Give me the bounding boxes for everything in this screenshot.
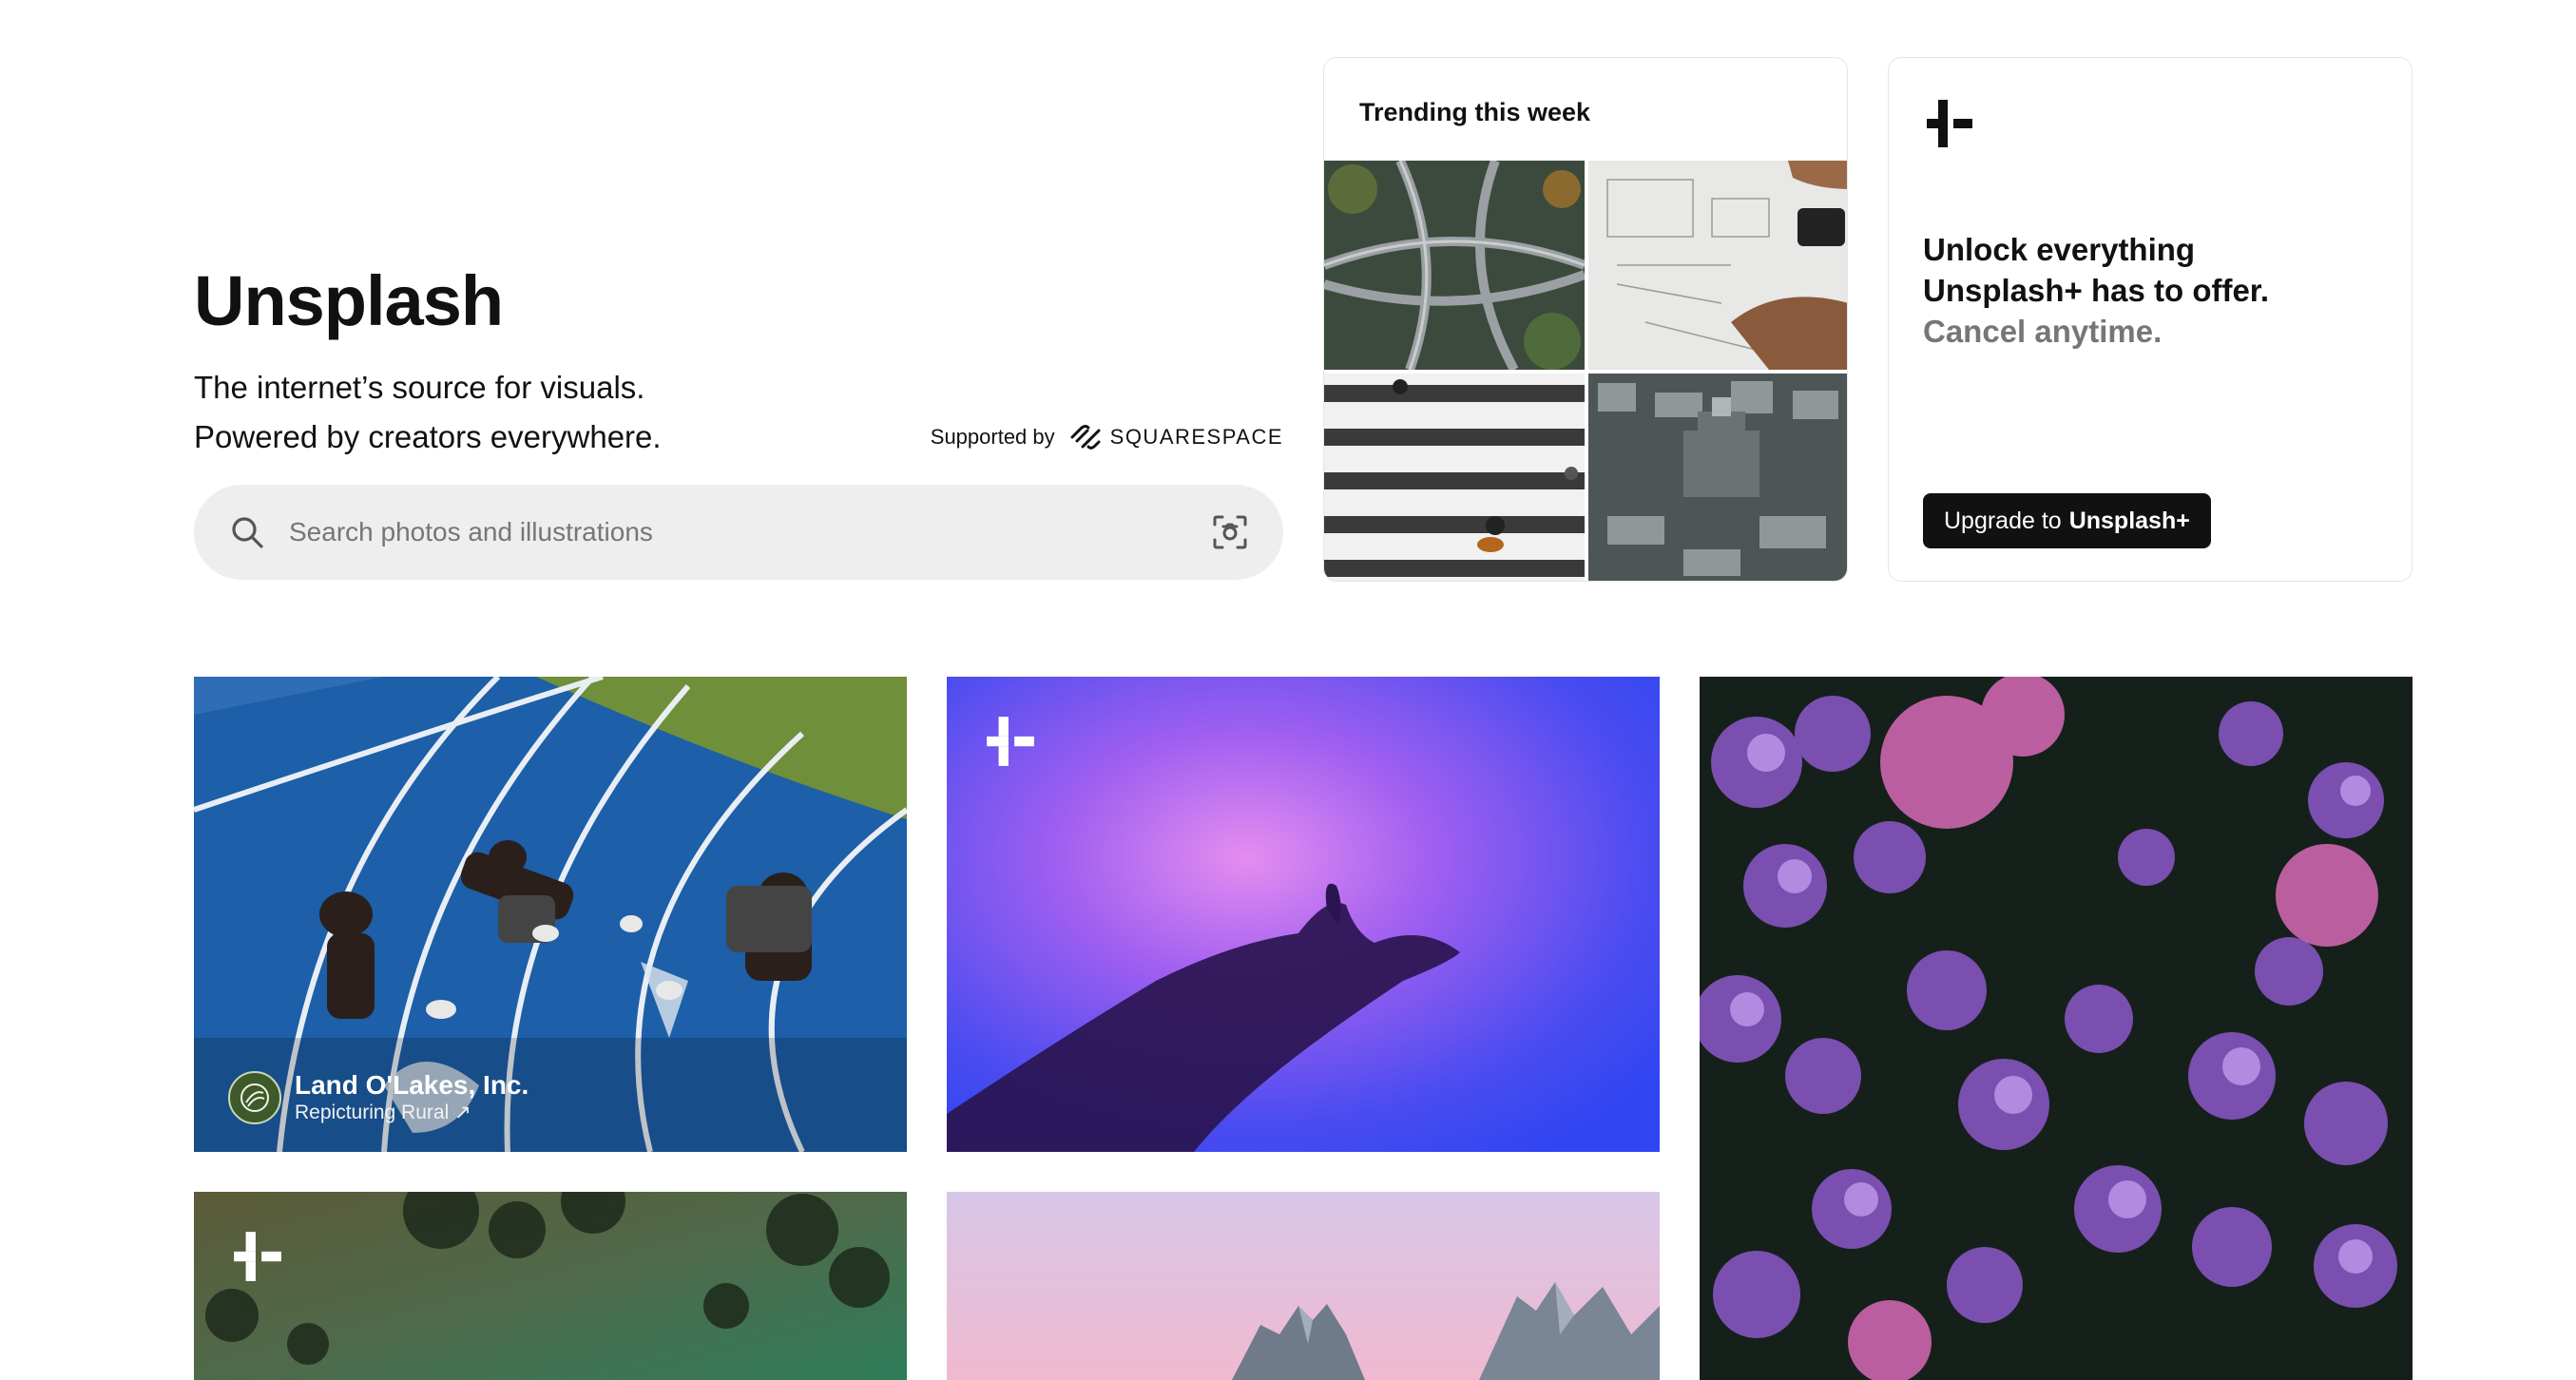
photo-forest[interactable]	[194, 1192, 907, 1380]
sponsor-link[interactable]: Repicturing Rural ↗	[295, 1101, 529, 1125]
sponsor-avatar[interactable]	[228, 1071, 281, 1124]
upgrade-button-prefix: Upgrade to	[1944, 507, 2062, 534]
photo-mountains[interactable]	[947, 1192, 1660, 1380]
sponsor-logo-icon	[240, 1083, 269, 1112]
photo-athletes-track[interactable]: Land O'Lakes, Inc. Repicturing Rural ↗	[194, 677, 907, 1152]
trending-image-crosswalk[interactable]	[1324, 374, 1585, 581]
search-bar[interactable]	[194, 485, 1283, 580]
hero-title: Unsplash	[194, 261, 504, 340]
trending-image-highway[interactable]	[1324, 161, 1585, 370]
visual-search-icon[interactable]	[1211, 513, 1249, 551]
search-input[interactable]	[289, 517, 1211, 547]
tagline-line-1: The internet’s source for visuals.	[194, 370, 645, 405]
squarespace-wordmark: SQUARESPACE	[1109, 425, 1283, 449]
trending-image-miniature-city[interactable]	[1588, 374, 1847, 581]
forest-image	[194, 1192, 907, 1380]
supported-by[interactable]: Supported by SQUARESPACE	[931, 424, 1283, 450]
photo-hand-silhouette[interactable]	[947, 677, 1660, 1152]
upgrade-button[interactable]: Upgrade to Unsplash+	[1923, 493, 2211, 548]
trending-card[interactable]: Trending this week	[1323, 57, 1848, 582]
sponsor-name[interactable]: Land O'Lakes, Inc.	[295, 1070, 529, 1101]
plus-headline-line-2: Unsplash+ has to offer.	[1923, 273, 2269, 308]
hero: Unsplash The internet’s source for visua…	[194, 0, 1283, 589]
sponsor-text: Land O'Lakes, Inc. Repicturing Rural ↗	[295, 1070, 529, 1125]
upgrade-button-brand: Unsplash+	[2068, 507, 2190, 534]
unsplash-plus-badge-icon	[987, 717, 1034, 766]
trending-title: Trending this week	[1359, 98, 1591, 126]
squarespace-logo[interactable]: SQUARESPACE	[1068, 424, 1283, 450]
unsplash-plus-badge-icon	[234, 1232, 281, 1281]
trending-image-drawing[interactable]	[1588, 161, 1847, 370]
sponsor-attribution[interactable]: Land O'Lakes, Inc. Repicturing Rural ↗	[228, 1070, 529, 1125]
hand-silhouette-image	[947, 677, 1660, 1152]
plus-subline: Cancel anytime.	[1923, 314, 2163, 349]
squarespace-icon	[1070, 425, 1101, 450]
hero-tagline: The internet’s source for visuals. Power…	[194, 363, 662, 462]
unsplash-plus-icon	[1927, 100, 1972, 147]
purple-flowers-image	[1700, 677, 2413, 1380]
search-icon[interactable]	[228, 513, 266, 551]
mountains-image	[947, 1192, 1660, 1380]
supported-by-label: Supported by	[930, 425, 1055, 449]
unsplash-plus-card: Unlock everything Unsplash+ has to offer…	[1888, 57, 2413, 582]
trending-grid	[1324, 161, 1847, 581]
plus-headline: Unlock everything Unsplash+ has to offer…	[1923, 229, 2370, 352]
photo-purple-flowers[interactable]	[1700, 677, 2413, 1380]
tagline-line-2: Powered by creators everywhere.	[194, 419, 662, 454]
plus-headline-line-1: Unlock everything	[1923, 232, 2196, 267]
